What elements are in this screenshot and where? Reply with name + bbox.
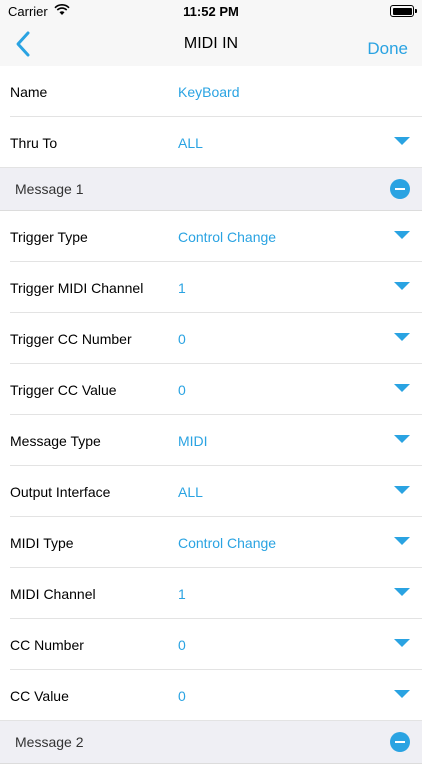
row-label: Trigger MIDI Channel bbox=[10, 279, 144, 296]
trigger-type-row[interactable]: Trigger Type Control Change bbox=[0, 211, 422, 262]
row-value: 0 bbox=[178, 687, 186, 704]
dropdown-arrow-icon[interactable] bbox=[394, 588, 410, 596]
row-label: Output Interface bbox=[10, 483, 111, 500]
row-value: 1 bbox=[178, 279, 186, 296]
row-label: CC Value bbox=[10, 687, 69, 704]
section-title: Message 1 bbox=[15, 181, 84, 197]
midi-channel-row[interactable]: MIDI Channel 1 bbox=[0, 568, 422, 619]
section-title: Message 2 bbox=[15, 734, 84, 750]
row-value: 0 bbox=[178, 381, 186, 398]
row-label: Message Type bbox=[10, 432, 101, 449]
trigger-cc-value-row[interactable]: Trigger CC Value 0 bbox=[0, 364, 422, 415]
row-label: MIDI Channel bbox=[10, 585, 96, 602]
dropdown-arrow-icon[interactable] bbox=[394, 486, 410, 494]
row-value: Control Change bbox=[178, 228, 277, 245]
cc-value-row[interactable]: CC Value 0 bbox=[0, 670, 422, 721]
row-label: CC Number bbox=[10, 636, 84, 653]
dropdown-arrow-icon[interactable] bbox=[394, 537, 410, 545]
dropdown-arrow-icon[interactable] bbox=[394, 282, 410, 290]
row-value: ALL bbox=[178, 483, 203, 500]
section-header-message-1: Message 1 bbox=[0, 168, 422, 211]
thru-to-row[interactable]: Thru To ALL bbox=[0, 117, 422, 168]
row-label: MIDI Type bbox=[10, 534, 74, 551]
trigger-midi-channel-row[interactable]: Trigger MIDI Channel 1 bbox=[0, 262, 422, 313]
row-label: Name bbox=[10, 83, 48, 100]
status-bar: Carrier 11:52 PM bbox=[0, 0, 422, 22]
dropdown-arrow-icon[interactable] bbox=[394, 384, 410, 392]
remove-message-button[interactable] bbox=[390, 179, 410, 199]
midi-type-row[interactable]: MIDI Type Control Change bbox=[0, 517, 422, 568]
section-header-message-2: Message 2 bbox=[0, 721, 422, 764]
cc-number-row[interactable]: CC Number 0 bbox=[0, 619, 422, 670]
page-title: MIDI IN bbox=[183, 35, 239, 52]
dropdown-arrow-icon[interactable] bbox=[394, 435, 410, 443]
dropdown-arrow-icon[interactable] bbox=[394, 137, 410, 145]
remove-message-button[interactable] bbox=[390, 732, 410, 752]
status-time: 11:52 PM bbox=[183, 4, 239, 19]
done-button[interactable]: Done bbox=[367, 39, 408, 59]
dropdown-arrow-icon[interactable] bbox=[394, 690, 410, 698]
dropdown-arrow-icon[interactable] bbox=[394, 333, 410, 341]
output-interface-row[interactable]: Output Interface ALL bbox=[0, 466, 422, 517]
name-value[interactable]: KeyBoard bbox=[178, 84, 239, 100]
row-label: Trigger CC Number bbox=[10, 330, 132, 347]
row-value: 1 bbox=[178, 585, 186, 602]
thru-to-value: ALL bbox=[178, 134, 203, 151]
trigger-cc-number-row[interactable]: Trigger CC Number 0 bbox=[0, 313, 422, 364]
row-label: Trigger Type bbox=[10, 228, 88, 245]
message-type-row[interactable]: Message Type MIDI bbox=[0, 415, 422, 466]
row-value: 0 bbox=[178, 636, 186, 653]
name-row[interactable]: Name KeyBoard bbox=[0, 66, 422, 117]
dropdown-arrow-icon[interactable] bbox=[394, 639, 410, 647]
row-label: Trigger CC Value bbox=[10, 381, 117, 398]
dropdown-arrow-icon[interactable] bbox=[394, 231, 410, 239]
row-value: MIDI bbox=[178, 432, 208, 449]
row-value: Control Change bbox=[178, 534, 277, 551]
battery-icon bbox=[390, 5, 417, 17]
navigation-bar: MIDI IN Done bbox=[0, 22, 422, 67]
row-label: Thru To bbox=[10, 134, 58, 151]
row-value: 0 bbox=[178, 330, 186, 347]
settings-list: Name KeyBoard Thru To ALL Message 1 Trig… bbox=[0, 66, 422, 764]
